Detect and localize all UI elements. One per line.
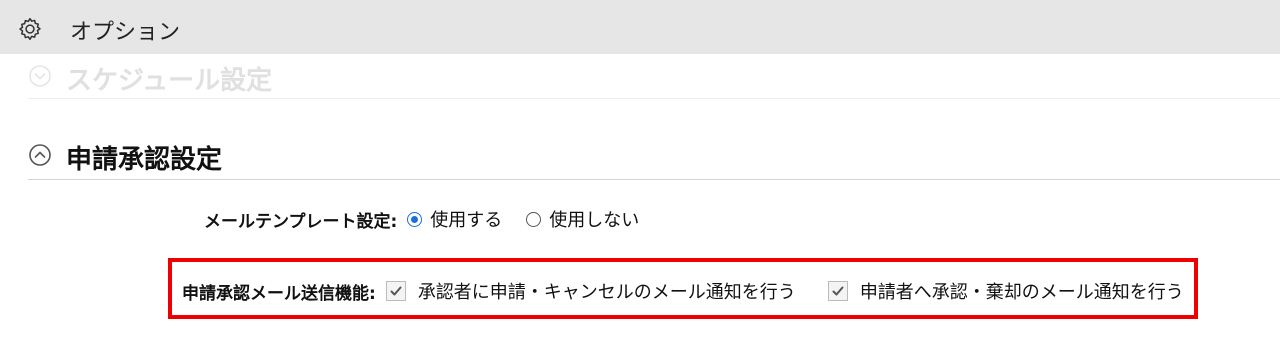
checkbox-notify-applicant-box[interactable] [827,281,848,301]
section-schedule[interactable]: スケジュール設定 [28,58,1280,99]
checkbox-notify-approver-label: 承認者に申請・キャンセルのメール通知を行う [417,282,796,303]
radio-not-use-label: 使用しない [549,210,640,231]
radio-not-use[interactable]: 使用しない [526,206,639,232]
mail-send-row: 申請承認メール送信機能: 承認者に申請・キャンセルのメール通知を行う 申請者へ承… [182,276,1216,306]
page-title: オプション [70,20,181,45]
checkbox-notify-approver[interactable]: 承認者に申請・キャンセルのメール通知を行う [385,278,796,304]
radio-use-label: 使用する [430,210,503,231]
chevron-up-icon[interactable] [28,143,52,167]
section-approval-title: 申請承認設定 [66,145,223,175]
section-schedule-title: スケジュール設定 [66,66,273,96]
checkbox-notify-applicant-label: 申請者へ承認・棄却のメール通知を行う [859,282,1184,303]
radio-not-use-indicator[interactable] [526,211,542,227]
chevron-down-icon[interactable] [28,64,52,88]
radio-use[interactable]: 使用する [407,206,502,232]
check-icon [832,286,844,296]
checkbox-notify-applicant[interactable]: 申請者へ承認・棄却のメール通知を行う [827,278,1184,304]
gear-icon[interactable] [17,16,43,42]
checkbox-notify-approver-box[interactable] [385,281,406,301]
options-header: オプション [0,0,1280,54]
check-icon [390,286,402,296]
mail-template-label: メールテンプレート設定: [204,211,398,232]
mail-template-row: メールテンプレート設定: 使用する 使用しない [204,205,663,233]
section-approval[interactable]: 申請承認設定 [28,136,1280,180]
mail-send-label: 申請承認メール送信機能: [182,283,376,304]
radio-use-indicator[interactable] [407,211,423,227]
